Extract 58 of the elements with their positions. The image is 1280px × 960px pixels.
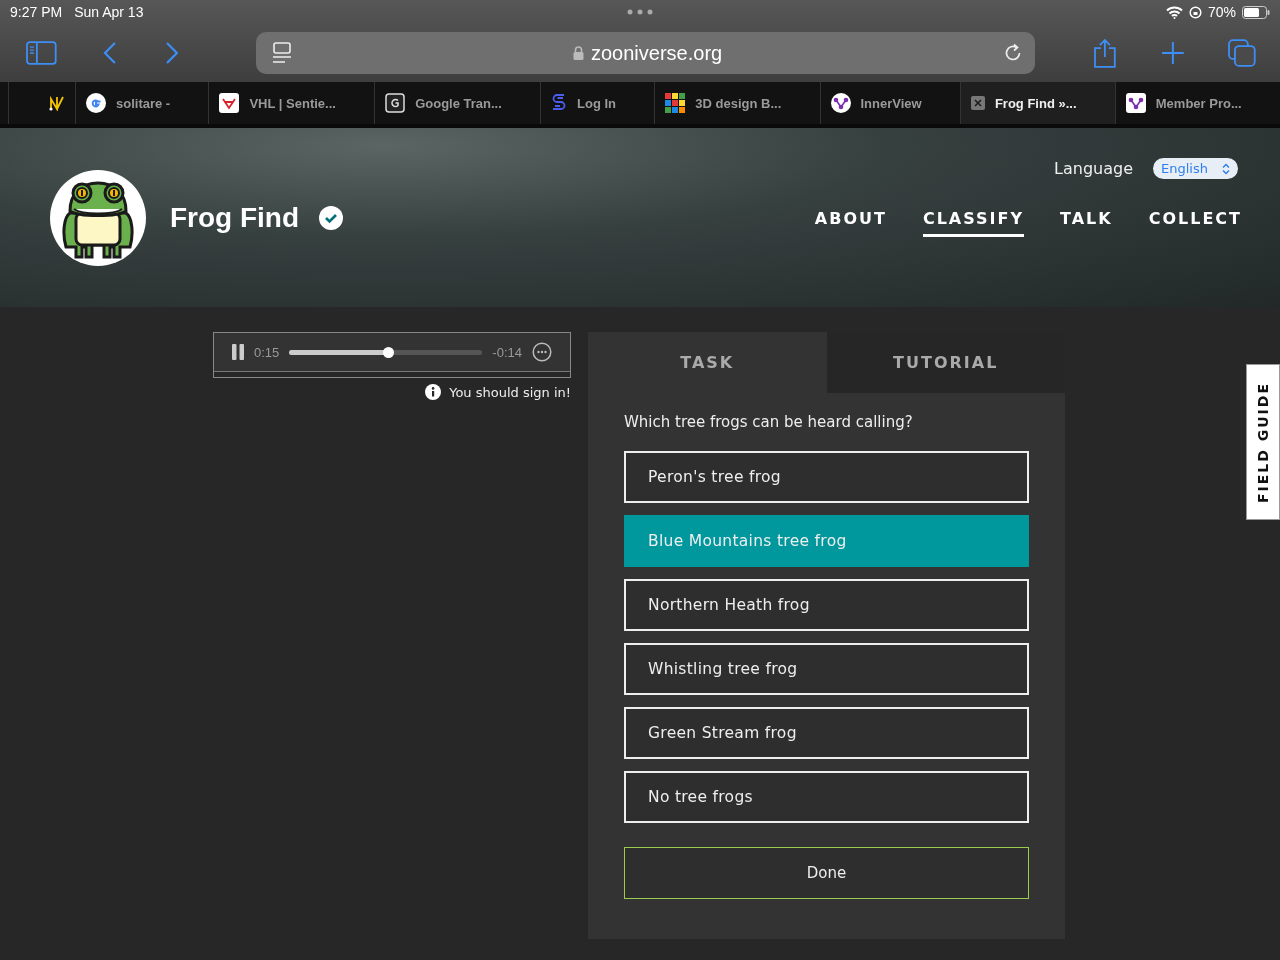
elapsed-time: 0:15 — [254, 344, 280, 360]
tabs-icon[interactable] — [1228, 39, 1256, 67]
field-guide-tab[interactable]: FIELD GUIDE — [1246, 364, 1280, 520]
g-square-icon — [385, 93, 406, 113]
task-question: Which tree frogs can be heard calling? — [624, 413, 914, 431]
browser-tab[interactable]: Log In — [540, 82, 655, 124]
seek-slider[interactable] — [289, 349, 483, 355]
remaining-time: -0:14 — [492, 344, 522, 360]
close-icon[interactable] — [970, 96, 985, 110]
v-logo-icon — [219, 93, 240, 113]
language-label: Language — [1054, 159, 1134, 178]
battery-icon — [1242, 5, 1270, 19]
browser-tab[interactable]: Member Pro... — [1114, 82, 1280, 124]
info-icon — [425, 384, 442, 400]
answer-option[interactable]: Whistling tree frog — [624, 643, 1029, 695]
nodes-logo-icon — [830, 93, 851, 113]
seek-thumb[interactable] — [382, 346, 394, 358]
browser-tab[interactable]: InnerView — [819, 82, 960, 124]
url-text: zooniverse.org — [591, 41, 723, 65]
more-dots-icon — [627, 9, 653, 15]
browser-tab[interactable]: solitare - — [75, 82, 209, 124]
wifi-icon — [1165, 5, 1183, 19]
browser-tab[interactable]: Google Tran... — [374, 82, 541, 124]
nav-link[interactable]: CLASSIFY — [922, 209, 1024, 237]
nav-link[interactable]: ABOUT — [814, 209, 887, 237]
task-tab[interactable]: TUTORIAL — [826, 332, 1065, 393]
status-time: 9:27 PM — [10, 4, 63, 20]
battery-percent: 70% — [1207, 4, 1236, 20]
google-g-icon — [86, 93, 106, 113]
done-button[interactable]: Done — [624, 847, 1029, 899]
answer-option[interactable]: Northern Heath frog — [624, 579, 1029, 631]
address-bar[interactable]: zooniverse.org — [256, 32, 1035, 74]
answer-option[interactable]: No tree frogs — [624, 771, 1029, 823]
project-title: Frog Find — [170, 201, 300, 234]
lock-icon — [573, 46, 584, 60]
browser-tab[interactable]: Frog Find »... — [959, 82, 1115, 124]
answer-option[interactable]: Green Stream frog — [624, 707, 1029, 759]
nav-link[interactable]: TALK — [1060, 209, 1113, 237]
share-icon[interactable] — [1092, 38, 1117, 68]
status-date: Sun Apr 13 — [74, 4, 144, 20]
sidebar-icon[interactable] — [26, 41, 57, 65]
nodes-logo-icon — [1125, 93, 1146, 113]
pause-icon[interactable] — [232, 344, 244, 360]
answer-option[interactable]: Peron's tree frog — [624, 451, 1029, 503]
verified-check-icon — [319, 205, 344, 230]
more-options-icon[interactable] — [532, 342, 552, 362]
reader-icon[interactable] — [272, 42, 293, 64]
network-logo-icon — [49, 95, 65, 111]
forward-icon[interactable] — [164, 41, 179, 65]
plus-icon[interactable] — [1160, 41, 1185, 65]
chevron-updown-icon — [1222, 162, 1230, 175]
colored-grid-icon — [665, 93, 686, 113]
rotation-lock-icon — [1188, 5, 1202, 19]
back-icon[interactable] — [102, 41, 117, 65]
browser-tab[interactable]: VHL | Sentie... — [208, 82, 375, 124]
nav-link[interactable]: COLLECT — [1148, 209, 1242, 237]
sign-in-notice: You should sign in! — [449, 384, 571, 400]
browser-tab[interactable]: 3D design B... — [654, 82, 820, 124]
